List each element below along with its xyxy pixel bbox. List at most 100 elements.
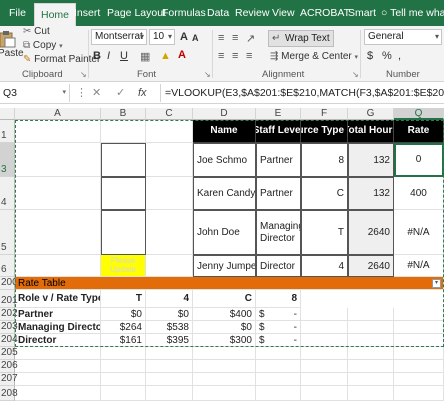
empty-cell[interactable] [301,373,348,386]
rate-value[interactable]: $ - [256,321,301,334]
cancel-formula-icon[interactable]: ✕ [92,84,101,102]
row-header-207[interactable]: 207 [0,373,18,386]
empty-cell[interactable] [348,386,394,401]
rate-table-title[interactable]: Rate Table [15,277,444,290]
empty-cell[interactable] [101,360,146,373]
empty-cell[interactable] [348,308,394,321]
person-hours[interactable]: 2640 [348,210,394,255]
column-header-q[interactable]: Q [394,108,444,120]
empty-cell[interactable] [193,360,256,373]
rate-value[interactable]: $400 [193,308,256,321]
insert-function-icon[interactable]: fx [138,84,147,102]
rate-type-header[interactable]: 8 [256,290,301,308]
tab-data[interactable]: Data [207,0,229,26]
font-color-icon[interactable]: A [178,49,186,61]
empty-cell[interactable] [394,360,444,373]
empty-cell[interactable] [301,347,348,360]
tab-home[interactable]: Home [34,3,77,26]
row-header-205[interactable]: 205 [0,347,18,360]
person-type[interactable]: T [301,210,348,255]
tell-me-box[interactable]: ○ Tell me what y [381,0,444,26]
align-right-icon[interactable]: ≡ [246,50,252,62]
column-header-d[interactable]: D [193,108,256,120]
empty-cell[interactable] [15,347,101,360]
cell-a5[interactable] [15,210,101,255]
empty-cell[interactable] [146,347,193,360]
empty-cell[interactable] [146,373,193,386]
row-header-4[interactable]: 4 [0,177,15,210]
person-type[interactable]: 8 [301,143,348,177]
grow-font-button[interactable]: A [180,31,188,43]
person-rate[interactable]: 400 [394,177,444,210]
select-all-corner[interactable] [0,108,15,120]
empty-cell[interactable] [348,360,394,373]
person-rate[interactable]: #N/A [394,210,444,255]
empty-cell[interactable] [301,321,348,334]
person-name[interactable]: Jenny Jumper [193,255,256,277]
column-header-g[interactable]: G [348,108,394,120]
underline-button[interactable]: U [120,50,128,62]
header-total-hours[interactable]: Total Hours [348,120,394,143]
row-header-1[interactable]: 1 [0,120,15,143]
empty-cell[interactable] [256,373,301,386]
empty-cell[interactable] [193,347,256,360]
cell-c5[interactable] [146,210,193,255]
empty-cell[interactable] [301,360,348,373]
align-left-icon[interactable]: ≡ [218,50,224,62]
merge-center-button[interactable]: ⇶ Merge & Center ▾ [270,51,358,62]
row-header-5[interactable]: 5 [0,210,15,255]
rate-value[interactable]: $ - [256,334,301,347]
person-type[interactable]: 4 [301,255,348,277]
empty-cell[interactable] [146,386,193,401]
rate-value[interactable]: $161 [101,334,146,347]
empty-cell[interactable] [101,373,146,386]
cell-b3[interactable] [101,143,146,177]
person-rate[interactable]: #N/A [394,255,444,277]
orientation-icon[interactable]: ↗ [246,32,255,45]
font-size-select[interactable]: 10 ▾ [149,29,175,45]
wrap-text-button[interactable]: ↵ Wrap Text [268,30,334,47]
empty-cell[interactable] [348,373,394,386]
rate-role[interactable]: Managing Director [15,321,101,334]
empty-cell[interactable] [101,347,146,360]
person-level[interactable]: Partner [256,143,301,177]
rate-value[interactable]: $0 [146,308,193,321]
rate-type-header[interactable]: T [101,290,146,308]
dialog-launcher-icon[interactable]: ↘ [352,70,359,79]
tab-formulas[interactable]: Formulas [162,0,206,26]
dialog-launcher-icon[interactable]: ↘ [80,70,87,79]
tab-smart[interactable]: Smart [348,0,376,26]
align-middle-icon[interactable]: ≡ [232,32,238,44]
empty-cell[interactable] [394,321,444,334]
tab-review[interactable]: Review [235,0,269,26]
number-format-select[interactable]: General ▾ [364,29,442,45]
rate-table-header-label[interactable]: Role v / Rate Type > [15,290,101,308]
cell-c6[interactable] [146,255,193,277]
filter-dropdown-icon[interactable]: ▾ [432,279,441,288]
person-hours[interactable]: 2640 [348,255,394,277]
italic-button[interactable]: I [107,50,110,62]
currency-button[interactable]: $ [367,50,373,62]
row-header-206[interactable]: 206 [0,360,18,373]
align-top-icon[interactable]: ≡ [218,32,224,44]
rate-value[interactable]: $264 [101,321,146,334]
dialog-launcher-icon[interactable]: ↘ [204,70,211,79]
empty-cell[interactable] [394,308,444,321]
empty-cell[interactable] [256,386,301,401]
empty-cell[interactable] [348,334,394,347]
percent-button[interactable]: % [382,50,392,62]
person-level[interactable]: Managing Director [256,210,301,255]
cell-c3[interactable] [146,143,193,177]
person-level[interactable]: Partner [256,177,301,210]
empty-cell[interactable] [394,334,444,347]
tab-view[interactable]: View [272,0,295,26]
rate-value[interactable]: $538 [146,321,193,334]
empty-cell[interactable] [193,373,256,386]
rate-value[interactable]: $300 [193,334,256,347]
rate-type-header[interactable]: 4 [146,290,193,308]
cell-a3[interactable] [15,143,101,177]
row-header-208[interactable]: 208 [0,386,18,401]
borders-icon[interactable]: ▦ [140,50,150,63]
column-header-a[interactable]: A [15,108,101,120]
enter-formula-icon[interactable]: ✓ [116,84,125,102]
